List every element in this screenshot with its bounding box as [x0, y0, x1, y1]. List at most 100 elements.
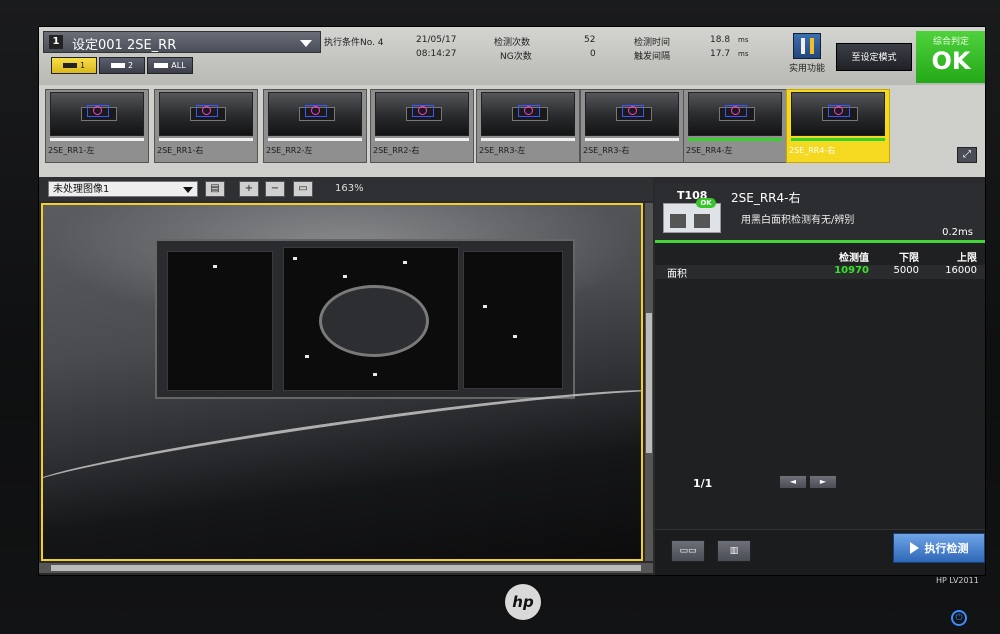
row-name: 面积 [667, 269, 687, 280]
panel-footer: ▭▭ ▥ 执行检测 [655, 529, 985, 575]
row-lower: 5000 [893, 265, 919, 276]
camera-tabs: 1 2 ALL [51, 57, 193, 75]
zoom-in-icon[interactable]: + [239, 181, 259, 197]
execute-inspection-button[interactable]: 执行检测 [893, 533, 985, 563]
camera-tab-1[interactable]: 1 [51, 57, 97, 74]
thumbnail-label: 2SE_RR1-右 [157, 146, 204, 155]
part-hole [319, 285, 429, 357]
area-tool-icon: OK [663, 198, 721, 233]
expand-icon[interactable]: ⤢ [957, 147, 977, 163]
thumbnail-image [375, 92, 469, 136]
chart-view-icon[interactable]: ▥ [717, 540, 751, 562]
overall-judgement: 综合判定 OK [916, 31, 985, 83]
inspect-time: 18.8 [710, 35, 731, 45]
inspect-time-label: 检测时间 [634, 38, 671, 48]
thumbnail-rr2-right[interactable]: 2SE_RR2-右 [370, 89, 474, 163]
camera-tab-label: 2 [127, 61, 134, 70]
thumbnail-label: 2SE_RR4-左 [686, 146, 733, 155]
ng-count-label: NG次数 [500, 52, 532, 62]
chevron-down-icon [300, 40, 312, 47]
layout-icon[interactable]: ▤ [205, 181, 225, 197]
row-upper: 16000 [945, 265, 977, 276]
thumbnail-rr1-right[interactable]: 2SE_RR1-右 [154, 89, 258, 163]
thumbnail-label: 2SE_RR2-左 [266, 146, 313, 155]
vertical-scrollbar[interactable] [645, 203, 653, 561]
zoom-level: 163% [335, 183, 364, 194]
result-table-header: 检测值 下限 上限 [655, 249, 985, 264]
thumbnail-status-bar [159, 138, 253, 141]
thumbnail-image [268, 92, 362, 136]
camera-icon [154, 63, 169, 68]
image-select-dropdown[interactable]: 未处理图像1 [48, 181, 198, 197]
camera-icon [110, 63, 125, 68]
thumbnail-image [791, 92, 885, 136]
thumbnail-status-bar [268, 138, 362, 141]
image-select-value: 未处理图像1 [53, 184, 110, 195]
judge-label: 综合判定 [932, 37, 969, 47]
exec-condition: 执行条件No. 4 [324, 38, 384, 48]
camera-tab-all[interactable]: ALL [147, 57, 193, 74]
tool-time: 0.2ms [942, 227, 973, 238]
power-icon[interactable]: ⏻ [951, 610, 967, 626]
thumbnail-status-bar [375, 138, 469, 141]
thumbnail-status-bar [688, 138, 782, 141]
thumbnail-image [481, 92, 575, 136]
condition-dropdown[interactable]: 1 设定001 2SE_RR [43, 31, 321, 53]
thumbnail-status-bar [791, 138, 885, 141]
hp-logo: hp [505, 584, 541, 620]
thumbnail-rr4-right[interactable]: 2SE_RR4-右 [786, 89, 890, 163]
setting-mode-button[interactable]: 至设定模式 [836, 43, 912, 71]
row-value: 10970 [834, 265, 869, 276]
monitor-model: HP LV2011 [936, 576, 979, 585]
page-indicator: 1/1 [693, 477, 713, 490]
judge-value: OK [931, 47, 971, 75]
inspect-count: 52 [584, 35, 596, 45]
date: 21/05/17 [416, 35, 457, 45]
ok-badge: OK [696, 198, 716, 208]
trigger-interval: 17.7 [710, 49, 731, 59]
condition-number: 1 [49, 35, 63, 49]
col-value: 检测值 [839, 253, 869, 264]
tool-header: T108 OK 2SE_RR4-右 用黑白面积检测有无/辨别 0.2ms [655, 183, 985, 243]
thumbnail-label: 2SE_RR4-右 [789, 146, 836, 155]
thumbnail-status-bar [50, 138, 144, 141]
thumbnail-status-bar [585, 138, 679, 141]
thumbnail-image [688, 92, 782, 136]
col-lower: 下限 [899, 253, 919, 264]
ng-count: 0 [590, 49, 596, 59]
thumbnail-rr4-left[interactable]: 2SE_RR4-左 [683, 89, 787, 163]
col-upper: 上限 [957, 253, 977, 264]
tools-icon [793, 33, 821, 59]
part-pad-left [167, 251, 273, 391]
thumbnail-image [50, 92, 144, 136]
thumbnail-rr3-right[interactable]: 2SE_RR3-右 [580, 89, 684, 163]
camera-image[interactable] [41, 203, 643, 561]
play-icon [909, 542, 919, 554]
thumbnail-rr1-left[interactable]: 2SE_RR1-左 [45, 89, 149, 163]
condition-name: 设定001 2SE_RR [72, 38, 177, 53]
part-pad-right [463, 251, 563, 389]
trigger-interval-unit: ms [738, 50, 749, 58]
thumbnail-image [159, 92, 253, 136]
camera-icon [62, 63, 77, 68]
inspect-count-label: 检测次数 [494, 38, 531, 48]
fit-screen-icon[interactable]: ▭ [293, 181, 313, 197]
camera-tab-2[interactable]: 2 [99, 57, 145, 74]
tool-description: 用黑白面积检测有无/辨别 [741, 215, 855, 226]
inspect-time-unit: ms [738, 36, 749, 44]
list-view-icon[interactable]: ▭▭ [671, 540, 705, 562]
prev-page-button[interactable]: ◄ [779, 475, 807, 489]
thumbnail-label: 2SE_RR1-左 [48, 146, 95, 155]
thumbnail-status-bar [481, 138, 575, 141]
app-screen: 1 设定001 2SE_RR 1 2 ALL 执行条件No. 4 21/05/1… [38, 26, 986, 576]
camera-tab-label: ALL [171, 61, 186, 70]
horizontal-scrollbar[interactable] [39, 563, 653, 573]
utility-label: 实用功能 [788, 64, 825, 74]
zoom-out-icon[interactable]: − [265, 181, 285, 197]
utility-button[interactable]: 实用功能 [783, 31, 831, 81]
next-page-button[interactable]: ► [809, 475, 837, 489]
header-bar: 1 设定001 2SE_RR 1 2 ALL 执行条件No. 4 21/05/1… [39, 27, 985, 85]
table-row[interactable]: 面积 10970 5000 16000 [655, 265, 985, 280]
thumbnail-rr2-left[interactable]: 2SE_RR2-左 [263, 89, 367, 163]
thumbnail-rr3-left[interactable]: 2SE_RR3-左 [476, 89, 580, 163]
